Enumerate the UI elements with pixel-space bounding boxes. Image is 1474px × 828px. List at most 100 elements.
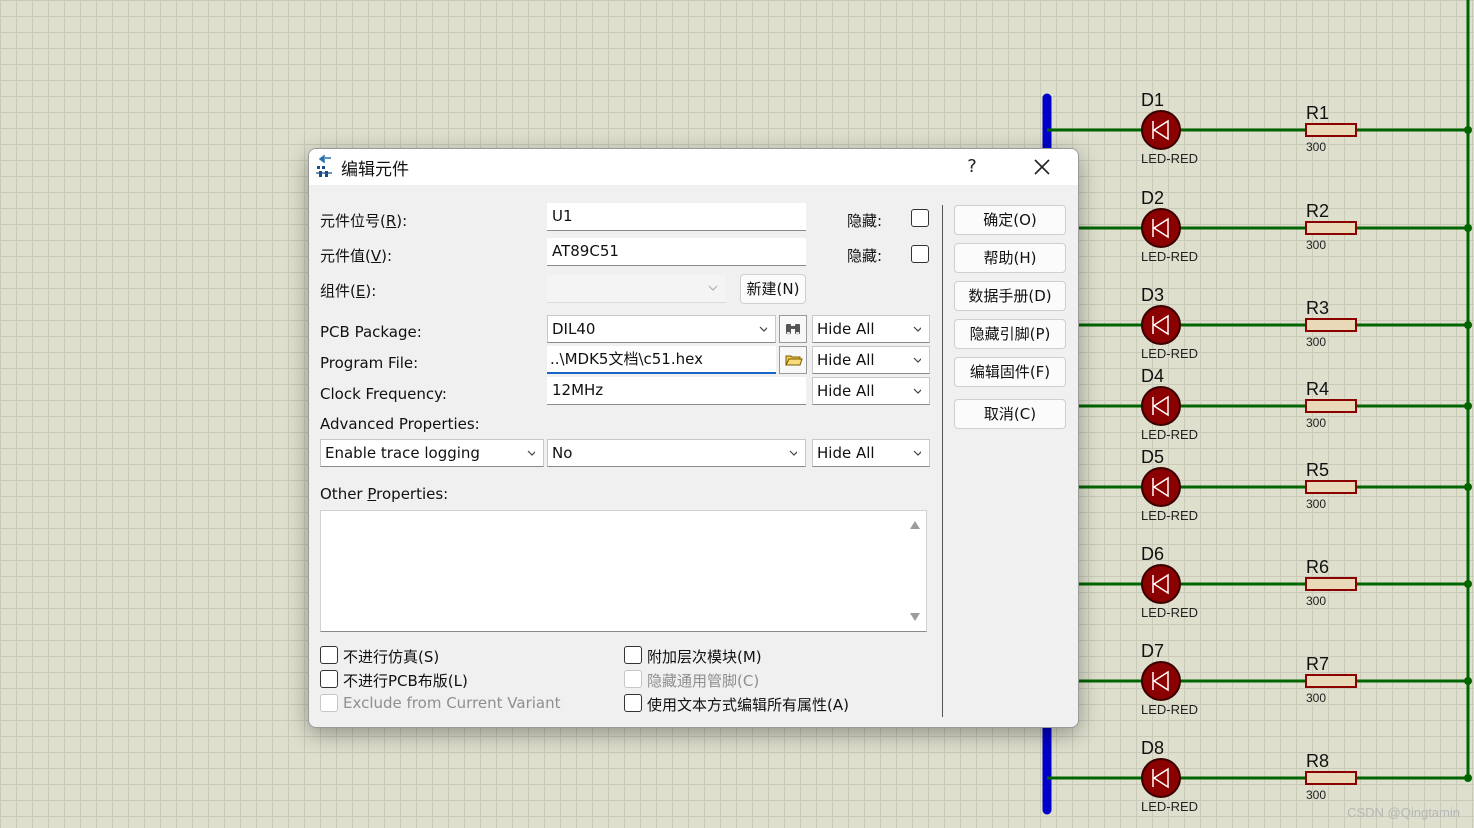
attach-hierarchy-checkbox[interactable]: [624, 646, 642, 664]
advanced-properties-label: Advanced Properties:: [320, 415, 480, 433]
component-icon: [316, 154, 332, 177]
advanced-property-select[interactable]: Enable trace logging: [320, 439, 544, 467]
resistor-body: [1305, 399, 1357, 413]
ok-button[interactable]: 确定(O): [954, 205, 1066, 235]
resistor-ref-label: R3: [1306, 298, 1329, 318]
advanced-property-value: Enable trace logging: [325, 444, 480, 462]
binoculars-browse-button[interactable]: [779, 315, 807, 343]
advanced-value-select[interactable]: No: [547, 439, 806, 467]
led-body: [1141, 305, 1181, 345]
pcb-package-select[interactable]: DIL40: [547, 315, 776, 343]
chevron-down-icon: [759, 326, 767, 332]
other-properties-label: Other Properties:: [320, 485, 449, 503]
led-type-label: LED-RED: [1141, 508, 1198, 523]
help-button[interactable]: 帮助(H): [954, 243, 1066, 273]
chevron-down-icon: [913, 326, 921, 332]
led-ref-label: D3: [1141, 285, 1164, 305]
led-body: [1141, 758, 1181, 798]
ref-hidden-label: 隐藏:: [847, 212, 883, 230]
program-file-visibility-select[interactable]: Hide All: [812, 346, 930, 374]
led-ref-label: D1: [1141, 90, 1164, 110]
resistor-value-label: 300: [1306, 788, 1326, 802]
hide-all-text: Hide All: [817, 444, 875, 462]
led-body: [1141, 386, 1181, 426]
junction-dot: [1464, 483, 1472, 491]
led-type-label: LED-RED: [1141, 151, 1198, 166]
new-button[interactable]: 新建(N): [740, 274, 806, 304]
resistor-value-label: 300: [1306, 594, 1326, 608]
chevron-down-icon: [527, 450, 535, 456]
pcb-package-value: DIL40: [552, 320, 596, 338]
ref-input[interactable]: U1: [547, 203, 806, 231]
junction-dot: [1464, 224, 1472, 232]
resistor-body: [1305, 771, 1357, 785]
close-icon[interactable]: [1025, 153, 1059, 181]
folder-icon: [785, 355, 803, 366]
value-hidden-checkbox[interactable]: [911, 245, 929, 263]
datasheet-button[interactable]: 数据手册(D): [954, 281, 1066, 311]
scroll-down-arrow-icon[interactable]: [910, 613, 920, 621]
led-type-label: LED-RED: [1141, 249, 1198, 264]
led-ref-label: D5: [1141, 447, 1164, 467]
cancel-button[interactable]: 取消(C): [954, 399, 1066, 429]
exclude-variant-checkbox: [320, 694, 338, 712]
hide-all-text: Hide All: [817, 382, 875, 400]
led-ref-label: D2: [1141, 188, 1164, 208]
led-ref-label: D8: [1141, 738, 1164, 758]
chevron-down-icon: [913, 357, 921, 363]
group-label: 组件(E):: [320, 282, 377, 300]
title-bar: 编辑元件 ?: [309, 149, 1078, 185]
clock-frequency-input[interactable]: 12MHz: [547, 377, 806, 405]
led-body: [1141, 564, 1181, 604]
ref-hidden-checkbox[interactable]: [911, 209, 929, 227]
value-input[interactable]: AT89C51: [547, 238, 806, 266]
resistor-value-label: 300: [1306, 335, 1326, 349]
no-pcb-label: 不进行PCB布版(L): [343, 672, 468, 690]
hide-all-text: Hide All: [817, 351, 875, 369]
value-label: 元件值(V):: [320, 247, 393, 265]
resistor-ref-label: R4: [1306, 379, 1329, 399]
pcb-package-visibility-select[interactable]: Hide All: [812, 315, 930, 343]
other-properties-textarea[interactable]: [320, 510, 927, 632]
resistor-body: [1305, 577, 1357, 591]
no-pcb-checkbox[interactable]: [320, 670, 338, 688]
no-simulation-checkbox[interactable]: [320, 646, 338, 664]
hide-common-pins-checkbox: [624, 670, 642, 688]
resistor-value-label: 300: [1306, 691, 1326, 705]
hidden-pins-button[interactable]: 隐藏引脚(P): [954, 319, 1066, 349]
led-ref-label: D6: [1141, 544, 1164, 564]
resistor-body: [1305, 123, 1357, 137]
edit-as-text-checkbox[interactable]: [624, 694, 642, 712]
scroll-up-arrow-icon[interactable]: [910, 521, 920, 529]
led-type-label: LED-RED: [1141, 605, 1198, 620]
resistor-ref-label: R6: [1306, 557, 1329, 577]
hide-common-pins-label: 隐藏通用管脚(C): [647, 672, 760, 690]
led-body: [1141, 208, 1181, 248]
led-body: [1141, 467, 1181, 507]
led-type-label: LED-RED: [1141, 346, 1198, 361]
edit-as-text-label: 使用文本方式编辑所有属性(A): [647, 696, 849, 714]
exclude-variant-label: Exclude from Current Variant: [343, 694, 561, 712]
led-type-label: LED-RED: [1141, 702, 1198, 717]
junction-dot: [1464, 580, 1472, 588]
group-select[interactable]: [547, 275, 726, 303]
hide-all-text: Hide All: [817, 320, 875, 338]
clock-frequency-label: Clock Frequency:: [320, 385, 447, 403]
resistor-ref-label: R1: [1306, 103, 1329, 123]
advanced-value: No: [552, 444, 573, 462]
edit-firmware-button[interactable]: 编辑固件(F): [954, 357, 1066, 387]
led-body: [1141, 110, 1181, 150]
advanced-visibility-select[interactable]: Hide All: [812, 439, 930, 467]
program-file-label: Program File:: [320, 354, 419, 372]
resistor-value-label: 300: [1306, 140, 1326, 154]
vertical-divider: [942, 205, 943, 717]
clock-frequency-visibility-select[interactable]: Hide All: [812, 377, 930, 405]
help-question-button[interactable]: ?: [957, 153, 987, 181]
resistor-ref-label: R2: [1306, 201, 1329, 221]
resistor-value-label: 300: [1306, 497, 1326, 511]
open-file-button[interactable]: [779, 346, 807, 374]
resistor-body: [1305, 480, 1357, 494]
resistor-body: [1305, 674, 1357, 688]
program-file-input[interactable]: ..\MDK5文档\c51.hex: [547, 346, 776, 374]
led-ref-label: D7: [1141, 641, 1164, 661]
